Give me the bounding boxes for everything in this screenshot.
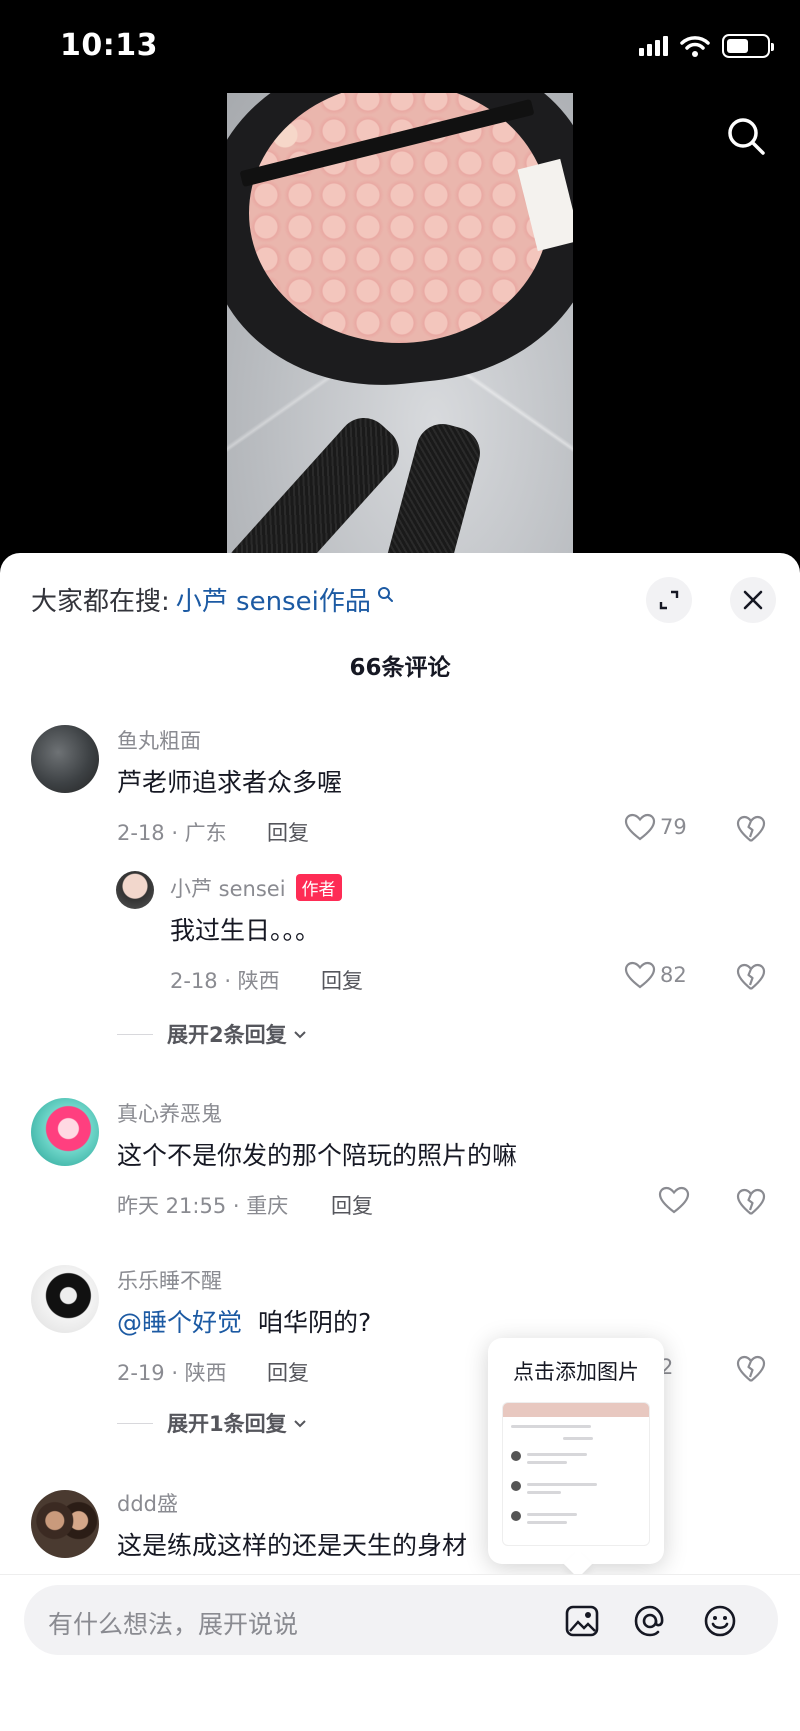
close-button[interactable] bbox=[730, 577, 776, 623]
comment-meta: 昨天 21:55 · 重庆 bbox=[117, 1194, 289, 1218]
comment-author[interactable]: ddd盛 bbox=[117, 1488, 178, 1518]
heart-icon bbox=[658, 1186, 690, 1214]
expand-replies-label: 展开2条回复 bbox=[167, 1023, 287, 1047]
search-icon bbox=[728, 118, 765, 155]
comment-item: 真心养恶鬼 这个不是你发的那个陪玩的照片的嘛 昨天 21:55 · 重庆 回复 bbox=[0, 1098, 800, 1218]
reply-button[interactable]: 回复 bbox=[267, 1357, 309, 1387]
image-button[interactable] bbox=[562, 1601, 602, 1641]
hot-search-label: 大家都在搜: bbox=[31, 587, 170, 617]
like-count: 82 bbox=[660, 963, 687, 987]
status-icons bbox=[639, 34, 774, 58]
avatar[interactable] bbox=[31, 725, 99, 793]
search-button[interactable] bbox=[718, 108, 774, 164]
broken-heart-icon bbox=[736, 1188, 766, 1215]
reply-item: 小芦 sensei 作者 我过生日。。。 2-18 · 陕西 回复 82 bbox=[0, 871, 800, 993]
rose-bouquet bbox=[249, 93, 549, 343]
input-placeholder: 有什么想法，展开说说 bbox=[48, 1610, 299, 1639]
status-time: 10:13 bbox=[60, 28, 158, 63]
comment-text: 我过生日。。。 bbox=[170, 916, 321, 945]
comment-item: 乐乐睡不醒 @睡个好觉 咱华阴的? 2-19 · 陕西 回复 2 bbox=[0, 1265, 800, 1385]
at-icon bbox=[634, 1605, 664, 1637]
hot-search-term[interactable]: 小芦 sensei作品 bbox=[176, 581, 371, 618]
expand-replies-label: 展开1条回复 bbox=[167, 1412, 287, 1436]
comment-text: 这是练成这样的还是天生的身材 bbox=[117, 1531, 468, 1560]
avatar[interactable] bbox=[31, 1098, 99, 1166]
comment-composer: 有什么想法，展开说说 bbox=[0, 1574, 800, 1731]
status-bar: 10:13 bbox=[0, 0, 800, 95]
comment-author[interactable]: 鱼丸粗面 bbox=[117, 725, 201, 755]
comment-author[interactable]: 真心养恶鬼 bbox=[117, 1098, 222, 1128]
comment-meta: 2-19 · 陕西 bbox=[117, 1361, 227, 1385]
dislike-button[interactable] bbox=[736, 963, 766, 995]
expand-button[interactable] bbox=[646, 577, 692, 623]
like-button[interactable]: 82 bbox=[624, 961, 687, 989]
comment-author[interactable]: 小芦 sensei 作者 bbox=[170, 873, 342, 903]
comment-text: 芦老师追求者众多喔 bbox=[117, 768, 343, 797]
heart-icon bbox=[624, 961, 656, 989]
chevron-down-icon bbox=[293, 1031, 306, 1039]
close-icon bbox=[743, 590, 763, 610]
expand-replies-button[interactable]: 展开1条回复 bbox=[117, 1408, 309, 1438]
expand-replies-button[interactable]: 展开2条回复 bbox=[117, 1019, 309, 1049]
broken-heart-icon bbox=[736, 815, 766, 842]
reply-button[interactable]: 回复 bbox=[267, 817, 309, 847]
hot-search[interactable]: 大家都在搜: 小芦 sensei作品 bbox=[31, 581, 393, 618]
reply-button[interactable]: 回复 bbox=[331, 1190, 373, 1220]
heart-icon bbox=[624, 813, 656, 841]
comment-item: 鱼丸粗面 芦老师追求者众多喔 2-18 · 广东 回复 79 bbox=[0, 725, 800, 845]
mention-link[interactable]: @睡个好觉 bbox=[117, 1308, 242, 1337]
tooltip-title: 点击添加图片 bbox=[513, 1360, 639, 1384]
like-button[interactable]: 79 bbox=[624, 813, 687, 841]
expand-icon bbox=[659, 590, 679, 610]
like-button[interactable] bbox=[658, 1186, 690, 1214]
broken-heart-icon bbox=[736, 1355, 766, 1382]
comment-author[interactable]: 乐乐睡不醒 bbox=[117, 1265, 222, 1295]
chevron-down-icon bbox=[293, 1420, 306, 1428]
author-badge: 作者 bbox=[295, 874, 342, 901]
avatar[interactable] bbox=[31, 1265, 99, 1333]
video-frame[interactable] bbox=[227, 93, 573, 563]
add-image-tooltip[interactable]: 点击添加图片 bbox=[488, 1338, 664, 1564]
comment-input[interactable]: 有什么想法，展开说说 bbox=[24, 1585, 778, 1655]
emoji-button[interactable] bbox=[700, 1601, 740, 1641]
mention-button[interactable] bbox=[630, 1601, 670, 1641]
avatar[interactable] bbox=[31, 1490, 99, 1558]
broken-heart-icon bbox=[736, 963, 766, 990]
comment-sheet: 大家都在搜: 小芦 sensei作品 66条评论 鱼丸粗面 芦老师追求者众多喔 … bbox=[0, 553, 800, 1731]
screenshot-thumbnail bbox=[502, 1402, 650, 1546]
comment-item: ddd盛 这是练成这样的还是天生的身材 bbox=[0, 1488, 800, 1578]
dislike-button[interactable] bbox=[736, 1355, 766, 1387]
wifi-icon bbox=[680, 36, 710, 57]
avatar[interactable] bbox=[116, 871, 154, 909]
comment-count: 66条评论 bbox=[349, 655, 451, 681]
image-icon bbox=[565, 1605, 599, 1637]
sheet-header: 大家都在搜: 小芦 sensei作品 bbox=[0, 553, 800, 643]
dislike-button[interactable] bbox=[736, 1188, 766, 1220]
like-count: 79 bbox=[660, 815, 687, 839]
comment-meta: 2-18 · 广东 bbox=[117, 821, 227, 845]
emoji-icon bbox=[704, 1605, 736, 1637]
battery-icon bbox=[722, 34, 774, 58]
comment-text: 这个不是你发的那个陪玩的照片的嘛 bbox=[117, 1141, 518, 1170]
comment-text: 咱华阴的? bbox=[257, 1308, 372, 1337]
search-icon bbox=[377, 586, 393, 602]
comment-meta: 2-18 · 陕西 bbox=[170, 969, 280, 993]
dislike-button[interactable] bbox=[736, 815, 766, 847]
reply-button[interactable]: 回复 bbox=[321, 965, 363, 995]
signal-icon bbox=[639, 36, 668, 56]
comment-text-line: @睡个好觉 咱华阴的? bbox=[117, 1303, 371, 1339]
author-name: 小芦 sensei bbox=[170, 877, 286, 901]
